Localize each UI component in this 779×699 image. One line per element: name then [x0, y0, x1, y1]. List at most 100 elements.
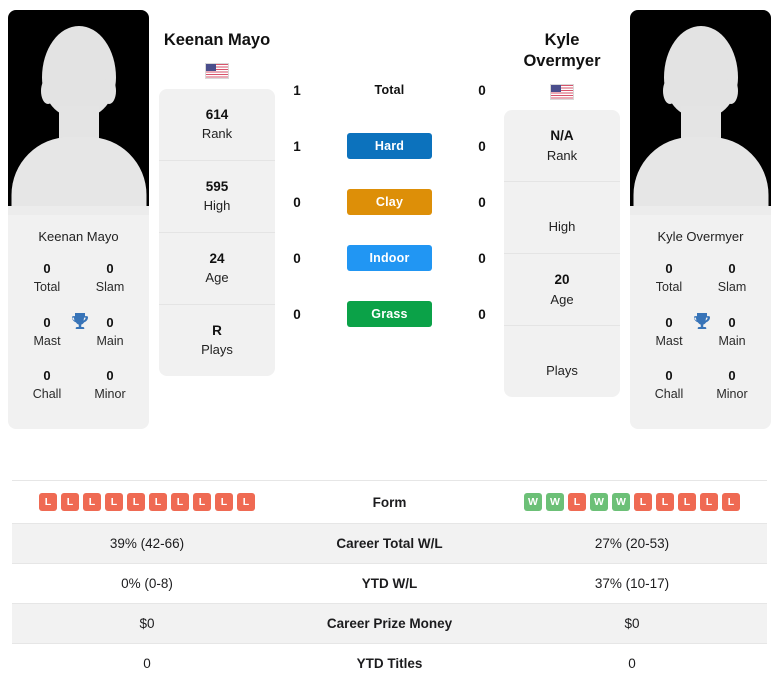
comparison-header: Keenan Mayo 0 Total 0 Slam 0 Mast 0 Main… — [0, 0, 779, 480]
us-flag-icon — [205, 62, 229, 79]
right-meta-column: Kyle Overmyer N/A Rank High 20 Age Plays — [502, 10, 622, 398]
form-badge-loss[interactable]: L — [105, 493, 123, 511]
prize-money-label: Career Prize Money — [326, 616, 453, 631]
prize-money-left-value: $0 — [139, 616, 155, 631]
left-player-name: Keenan Mayo — [163, 31, 271, 49]
left-player-avatar — [8, 10, 149, 215]
table-row: 0 YTD Titles 0 — [12, 643, 767, 684]
form-left-cell: LLLLLLLLLL — [12, 481, 282, 524]
right-player-flag — [504, 83, 620, 101]
right-titles-row-1: 0 Total 0 Slam — [636, 254, 765, 308]
avatar-ear-left-shape — [663, 78, 677, 104]
career-total-left-value: 39% (42-66) — [109, 536, 185, 551]
h2h-hard-left-score: 1 — [293, 138, 301, 154]
left-stat-chall-label: Chall — [32, 387, 62, 402]
avatar-base-strip — [8, 206, 149, 215]
h2h-clay-badge[interactable]: Clay — [347, 189, 432, 215]
h2h-hard-badge[interactable]: Hard — [347, 133, 432, 159]
right-stat-chall-label: Chall — [654, 387, 684, 402]
left-stat-slam-label: Slam — [95, 279, 125, 294]
form-badge-loss[interactable]: L — [722, 493, 740, 511]
right-rank-item: N/A Rank — [504, 110, 620, 183]
left-plays-item: R Plays — [159, 305, 275, 376]
avatar-ear-right-shape — [102, 78, 116, 104]
ytd-wl-label: YTD W/L — [361, 576, 418, 591]
form-badge-loss[interactable]: L — [127, 493, 145, 511]
avatar-body-shape — [11, 137, 146, 215]
career-total-label: Career Total W/L — [336, 536, 443, 551]
trophy-icon — [693, 313, 710, 329]
career-total-right-value: 27% (20-53) — [594, 536, 670, 551]
left-stat-chall: 0 Chall — [20, 367, 74, 403]
left-stat-minor-label: Minor — [94, 387, 126, 402]
left-meta-column: Keenan Mayo 614 Rank 595 High 24 Age R P… — [157, 10, 277, 377]
h2h-grass-badge[interactable]: Grass — [347, 301, 432, 327]
form-badge-loss[interactable]: L — [193, 493, 211, 511]
ytd-wl-right-value: 37% (10-17) — [594, 576, 670, 591]
table-row-form: LLLLLLLLLL Form WWLWWLLLLL — [12, 480, 767, 524]
right-stat-total: 0 Total — [642, 260, 696, 296]
left-player-name-block: Keenan Mayo — [159, 10, 275, 83]
left-high-item: 595 High — [159, 161, 275, 234]
form-badge-loss[interactable]: L — [634, 493, 652, 511]
form-badge-win[interactable]: W — [612, 493, 630, 511]
h2h-total-label: Total — [374, 83, 405, 97]
left-stat-slam-value: 0 — [106, 261, 114, 276]
right-age-value: 20 — [554, 272, 570, 288]
left-stat-main: 0 Main — [83, 314, 137, 350]
form-badge-loss[interactable]: L — [700, 493, 718, 511]
left-titles-row-1: 0 Total 0 Slam — [14, 254, 143, 308]
form-badge-loss[interactable]: L — [568, 493, 586, 511]
avatar-head-shape — [663, 26, 738, 118]
ytd-titles-left-value: 0 — [143, 656, 151, 671]
left-age-item: 24 Age — [159, 233, 275, 306]
form-badge-win[interactable]: W — [590, 493, 608, 511]
right-card-player-name: Kyle Overmyer — [657, 229, 744, 244]
left-player-flag — [159, 61, 275, 79]
form-badge-loss[interactable]: L — [39, 493, 57, 511]
avatar-head-shape — [41, 26, 116, 118]
comparison-stats-table: LLLLLLLLLL Form WWLWWLLLLL 39% (42-66) C… — [12, 480, 767, 683]
h2h-grass-left-score: 0 — [293, 306, 301, 322]
right-titles-row-3: 0 Chall 0 Minor — [636, 361, 765, 415]
form-badge-loss[interactable]: L — [678, 493, 696, 511]
flag-canton — [206, 63, 216, 71]
form-badge-loss[interactable]: L — [237, 493, 255, 511]
h2h-indoor-badge[interactable]: Indoor — [347, 245, 432, 271]
left-high-value: 595 — [205, 179, 229, 195]
right-stat-main: 0 Main — [705, 314, 759, 350]
form-badge-loss[interactable]: L — [171, 493, 189, 511]
left-rank-item: 614 Rank — [159, 89, 275, 162]
left-player-card[interactable]: Keenan Mayo 0 Total 0 Slam 0 Mast 0 Main… — [8, 10, 149, 430]
right-player-card[interactable]: Kyle Overmyer 0 Total 0 Slam 0 Mast 0 Ma… — [630, 10, 771, 430]
form-badge-loss[interactable]: L — [149, 493, 167, 511]
right-stat-slam: 0 Slam — [705, 260, 759, 296]
left-titles-row-3: 0 Chall 0 Minor — [14, 361, 143, 415]
h2h-total-right-score: 0 — [478, 82, 486, 98]
form-badge-loss[interactable]: L — [215, 493, 233, 511]
left-rank-value: 614 — [205, 106, 229, 122]
right-stat-main-label: Main — [718, 333, 746, 348]
form-badge-loss[interactable]: L — [61, 493, 79, 511]
avatar-ear-left-shape — [41, 78, 55, 104]
form-badge-win[interactable]: W — [546, 493, 564, 511]
left-stat-chall-value: 0 — [43, 368, 51, 384]
form-badge-win[interactable]: W — [524, 493, 542, 511]
right-rank-label: Rank — [546, 147, 578, 163]
h2h-total-left-score: 1 — [293, 82, 301, 98]
form-badge-loss[interactable]: L — [83, 493, 101, 511]
us-flag-icon — [550, 84, 574, 101]
right-plays-item: Plays — [504, 326, 620, 397]
avatar-base-strip — [630, 206, 771, 215]
h2h-row-indoor: 0 Indoor 0 — [283, 230, 496, 286]
form-badge-loss[interactable]: L — [656, 493, 674, 511]
table-row: 39% (42-66) Career Total W/L 27% (20-53) — [12, 523, 767, 564]
right-high-item: High — [504, 182, 620, 255]
ytd-titles-right-value: 0 — [628, 656, 636, 671]
left-plays-label: Plays — [201, 342, 233, 358]
h2h-indoor-right-score: 0 — [478, 250, 486, 266]
flag-canton — [551, 85, 561, 93]
right-stat-minor: 0 Minor — [705, 367, 759, 403]
stats-table-body: LLLLLLLLLL Form WWLWWLLLLL 39% (42-66) C… — [12, 480, 767, 684]
left-rank-label: Rank — [201, 126, 233, 142]
